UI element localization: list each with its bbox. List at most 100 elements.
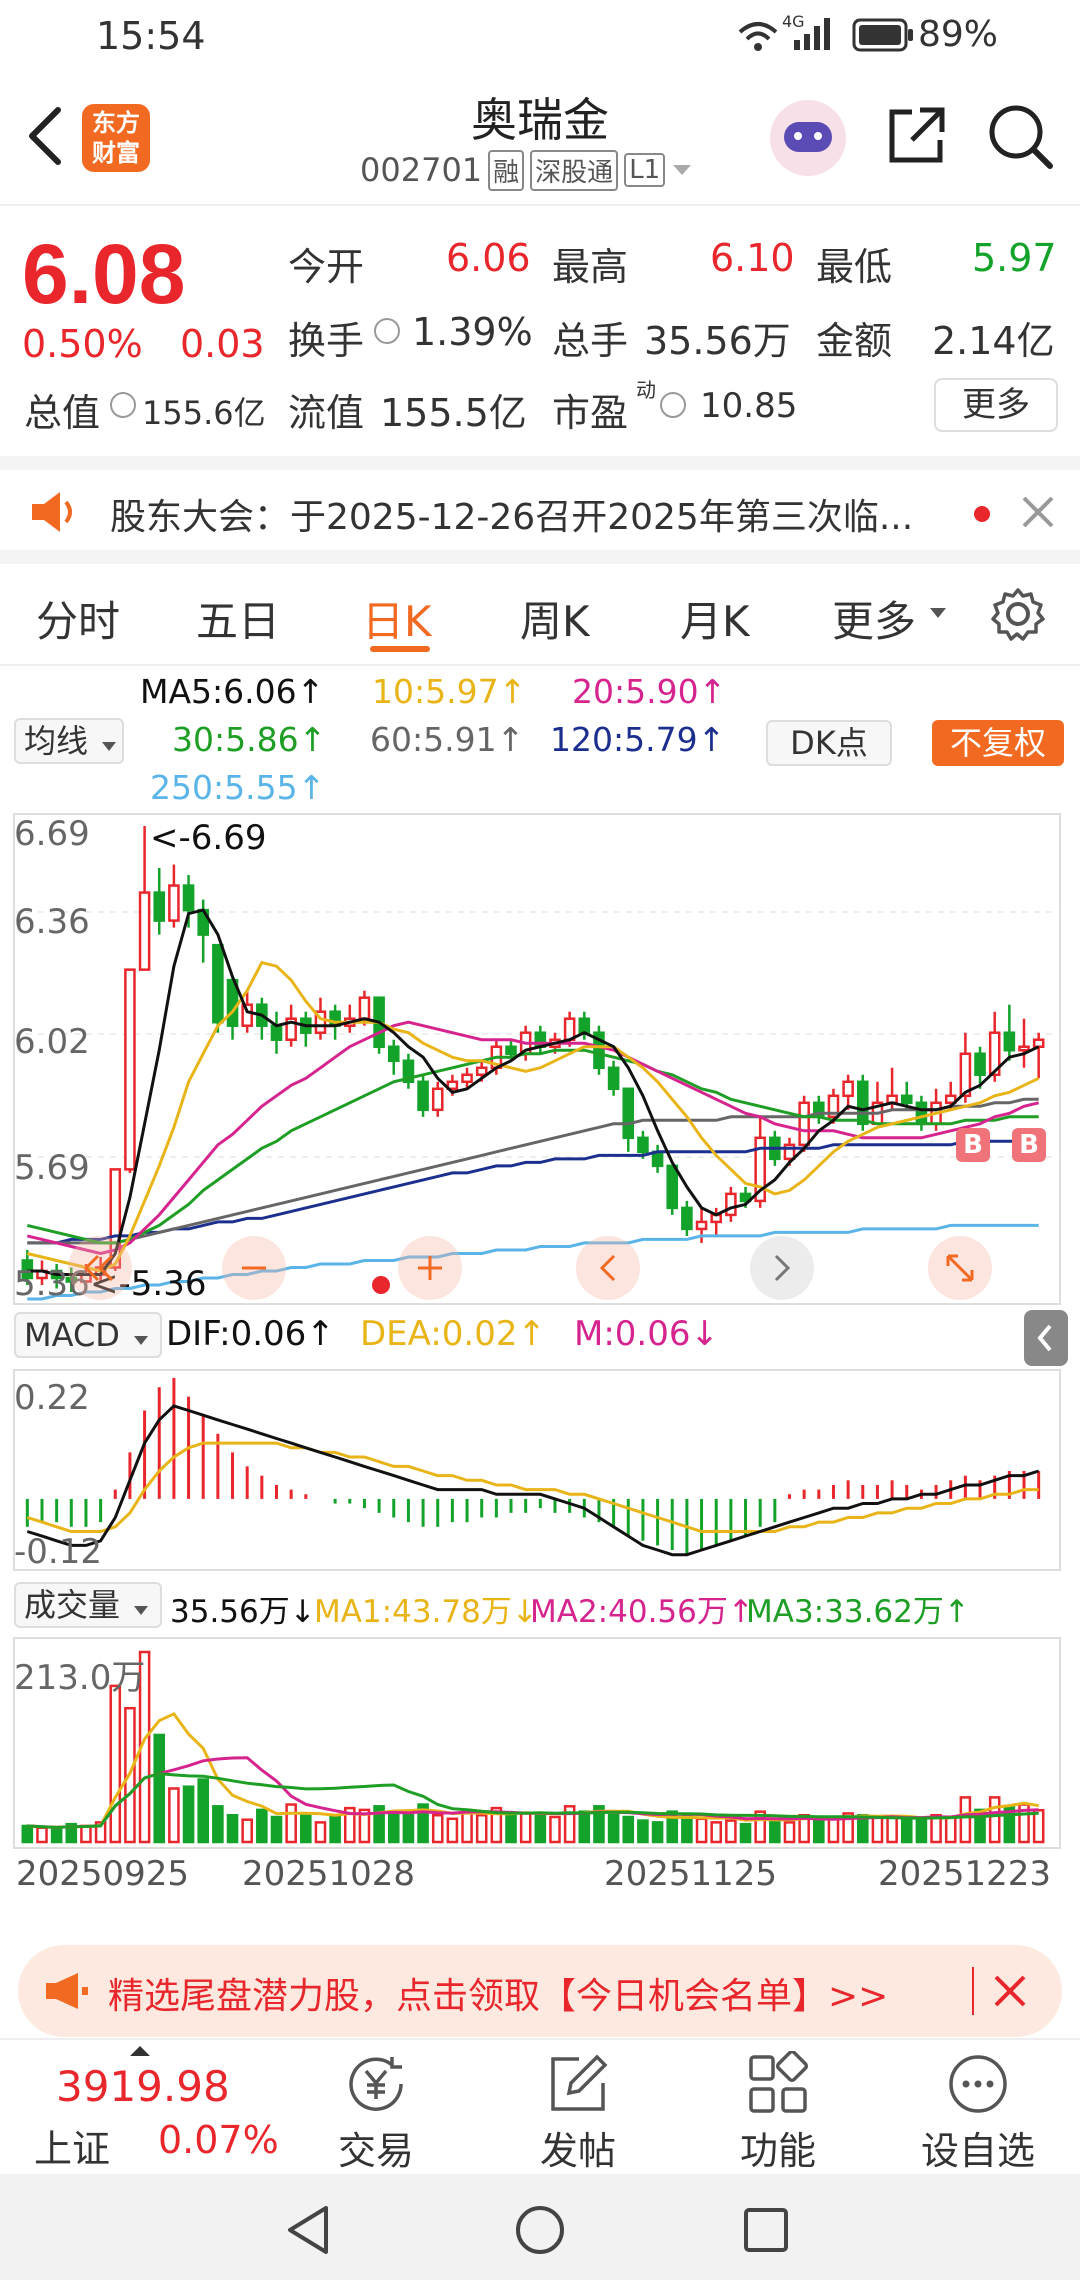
tab-more[interactable]: 更多 [832,588,916,649]
candle-body [475,1066,488,1077]
active-tab-indicator [370,646,430,652]
collapse-button[interactable] [1024,1310,1068,1366]
volume-bar [1032,1809,1045,1844]
mktcap-value: 155.6亿 [142,394,266,432]
kline-chart-area[interactable]: 6.69 6.36 6.02 5.69 5.36 <-6.69 <-5.36 B… [0,812,1080,1922]
stock-code-row[interactable]: 002701 融 深股通 L1 [360,149,693,191]
dk-button[interactable]: DK点 [766,720,892,766]
system-home-icon[interactable] [514,2204,566,2256]
volume-bar [314,1821,327,1844]
volume-bar [915,1819,928,1844]
macd-dea-line [26,1441,1039,1533]
float-value: 155.5亿 [380,391,527,435]
wifi-icon [738,22,778,51]
volume-bar [827,1815,840,1844]
candle-body [505,1045,517,1055]
volume-selector[interactable]: 成交量 [14,1582,162,1628]
share-icon[interactable] [884,104,948,168]
promo-banner[interactable]: 精选尾盘潜力股，点击领取【今日机会名单】>> [18,1945,1062,2037]
buy-signal-badge[interactable]: B [956,1128,990,1162]
info-icon[interactable] [110,392,136,418]
volume-bar [886,1815,898,1844]
grid-icon [749,2051,809,2113]
event-dot[interactable] [372,1276,390,1294]
candle-body [1032,1038,1045,1048]
volume-selector-label: 成交量 [24,1586,121,1624]
tab-daily-k[interactable]: 日K [362,588,432,649]
date-label-2: 20251028 [242,1854,416,1894]
change-percent: 0.50% [22,322,143,366]
ma120-value: 120:5.79↑ [550,720,726,759]
period-tabs: 分时 五日 日K 周K 月K 更多 [0,564,1080,666]
system-recents-icon[interactable] [742,2206,790,2254]
volume-bar [212,1805,224,1844]
promo-close-icon[interactable] [992,1973,1028,2009]
index-ticker[interactable]: 3919.98 上证 0.07% [20,2040,279,2176]
assistant-avatar[interactable] [770,100,846,176]
scroll-right-button[interactable] [750,1236,814,1300]
float-label: 流值 [288,391,365,435]
scroll-start-button[interactable] [68,1236,132,1300]
volume-bar [988,1796,1001,1844]
candle-body [622,1087,635,1140]
notice-text: 股东大会：于2025-12-26召开2025年第三次临... [110,497,914,538]
tab-weekly-k[interactable]: 周K [520,588,590,649]
ma-selector-caret-icon [102,742,117,751]
kline-chart[interactable] [0,812,1080,1922]
search-icon[interactable] [986,102,1054,170]
index-name: 上证 [34,2127,111,2171]
volume-bar [182,1785,195,1844]
edit-icon [551,2054,608,2111]
minus-icon [242,1266,266,1270]
buy-signal-badge-2[interactable]: B [1012,1128,1046,1162]
indicator-selector[interactable]: MACD [14,1312,162,1358]
notice-bar[interactable]: 股东大会：于2025-12-26召开2025年第三次临... [0,456,1080,564]
promo-text: 精选尾盘潜力股，点击领取【今日机会名单】>> [108,1976,889,2017]
candle-body [153,891,166,922]
nav-trade-label: 交易 [337,2129,414,2173]
candle-body [461,1073,473,1084]
double-left-icon [83,1254,114,1282]
volume-bar [695,1817,708,1844]
fullscreen-button[interactable] [928,1236,992,1300]
tab-five-day[interactable]: 五日 [196,588,280,649]
system-back-icon[interactable] [284,2204,334,2256]
more-button[interactable]: 更多 [934,378,1058,432]
ma60-line [27,1097,1039,1245]
candle-body [124,968,136,1171]
pe-info-icon[interactable] [660,392,686,418]
dropdown-icon [673,165,692,175]
candle-body [578,1017,591,1034]
volume-bar [607,1813,620,1844]
megaphone-icon [46,1973,88,2009]
nav-trade[interactable]: 交易 [306,2048,446,2175]
y-label-1: 6.69 [14,814,90,854]
scroll-left-button[interactable] [576,1236,640,1300]
ma5-line [27,908,1040,1276]
y-label-4: 5.69 [14,1148,90,1188]
volume-bar [505,1813,517,1844]
tab-monthly-k[interactable]: 月K [680,588,750,649]
candle-body [681,1206,693,1231]
volume-caret-icon [134,1606,149,1615]
zoom-in-button[interactable] [398,1236,462,1300]
nav-add-watchlist[interactable]: 设自选 [908,2048,1048,2175]
close-icon[interactable] [1020,494,1056,530]
candle-body [182,884,195,912]
ma-selector[interactable]: 均线 [14,718,124,764]
candle-body [900,1094,913,1105]
ma10-value: 10:5.97↑ [372,672,527,711]
adjust-button[interactable]: 不复权 [932,720,1064,766]
candle-body [431,1087,444,1112]
macd-dif-line [26,1404,1040,1557]
high-label: 最高 [552,245,629,289]
turnover-info-icon[interactable] [374,318,400,344]
zoom-out-button[interactable] [222,1236,286,1300]
y-label-3: 6.02 [14,1022,90,1062]
volume-bar [959,1796,972,1844]
nav-post[interactable]: 发帖 [508,2048,648,2175]
tab-intraday[interactable]: 分时 [36,588,120,649]
volume-ma3: MA3:33.62万↑ [746,1594,970,1630]
settings-icon[interactable] [990,586,1046,642]
nav-functions[interactable]: 功能 [708,2048,848,2175]
